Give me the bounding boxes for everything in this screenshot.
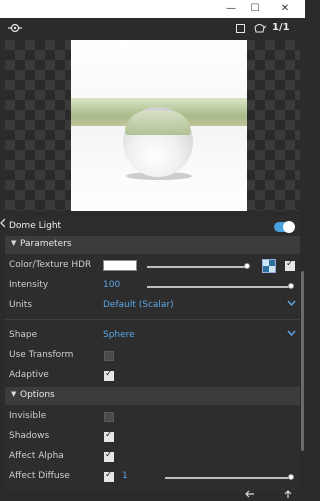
caret-down-icon: ▼ bbox=[11, 390, 17, 398]
options-section-header[interactable]: ▼ Options bbox=[5, 387, 300, 405]
pixel-ratio-label[interactable]: 1/1 bbox=[272, 21, 290, 35]
affect-alpha-label: Affect Alpha bbox=[9, 451, 64, 461]
chevron-down-icon[interactable] bbox=[287, 299, 296, 309]
window-titlebar: — ☐ ✕ bbox=[0, 0, 305, 18]
use-transform-label: Use Transform bbox=[9, 350, 74, 360]
units-label: Units bbox=[9, 300, 33, 310]
affect-diffuse-slider-knob[interactable] bbox=[288, 474, 294, 480]
affect-diffuse-value[interactable]: 1 bbox=[122, 471, 128, 481]
invisible-label: Invisible bbox=[9, 411, 47, 421]
dome-light-row: Dome Light bbox=[5, 218, 300, 236]
chevron-down-icon[interactable] bbox=[287, 329, 296, 339]
use-transform-checkbox[interactable] bbox=[104, 351, 114, 361]
close-button[interactable]: ✕ bbox=[275, 1, 295, 17]
parameters-section-header[interactable]: ▼ Parameters bbox=[5, 236, 300, 254]
shadows-row: Shadows bbox=[5, 428, 300, 446]
scrollbar-thumb[interactable] bbox=[301, 271, 304, 451]
affect-diffuse-checkbox[interactable] bbox=[104, 470, 114, 482]
color-swatch[interactable] bbox=[103, 260, 137, 271]
shadows-label: Shadows bbox=[9, 431, 50, 441]
caret-down-icon: ▼ bbox=[11, 239, 17, 247]
intensity-label: Intensity bbox=[9, 280, 49, 290]
texture-enabled-checkbox[interactable] bbox=[285, 259, 295, 271]
maximize-button[interactable]: ☐ bbox=[245, 1, 265, 17]
color-texture-label: Color/Texture HDR bbox=[9, 260, 92, 270]
arrow-up-icon[interactable] bbox=[284, 490, 292, 501]
arrow-left-icon[interactable] bbox=[245, 490, 255, 501]
divider bbox=[5, 319, 300, 320]
units-value[interactable]: Default (Scalar) bbox=[103, 300, 174, 310]
use-transform-row: Use Transform bbox=[5, 347, 300, 365]
shape-label: Shape bbox=[9, 330, 38, 340]
panel-scrollbar[interactable] bbox=[300, 216, 305, 494]
affect-alpha-row: Affect Alpha bbox=[5, 448, 300, 466]
intensity-slider-knob[interactable] bbox=[288, 283, 294, 289]
dome-light-properties-panel: Dome Light ▼ Parameters Color/Texture HD… bbox=[5, 216, 300, 494]
sphere-reflection bbox=[125, 111, 191, 135]
affect-diffuse-label: Affect Diffuse bbox=[9, 471, 70, 481]
shape-value[interactable]: Sphere bbox=[103, 330, 135, 340]
dome-light-label: Dome Light bbox=[9, 221, 62, 231]
invisible-checkbox[interactable] bbox=[104, 412, 114, 422]
intensity-row: Intensity 100 bbox=[5, 277, 300, 295]
intensity-slider[interactable] bbox=[147, 286, 291, 288]
render-settings-icon[interactable] bbox=[8, 22, 22, 38]
color-multiplier-knob[interactable] bbox=[244, 263, 250, 269]
invisible-row: Invisible bbox=[5, 408, 300, 426]
shape-row[interactable]: Shape Sphere bbox=[5, 327, 300, 345]
minimize-button[interactable]: — bbox=[221, 1, 241, 17]
teapot-icon[interactable] bbox=[253, 22, 267, 37]
texture-map-button[interactable] bbox=[262, 259, 276, 273]
intensity-value[interactable]: 100 bbox=[103, 280, 120, 290]
color-texture-row: Color/Texture HDR bbox=[5, 257, 300, 275]
dome-light-toggle[interactable] bbox=[274, 221, 295, 233]
viewport-toolbar: 1/1 bbox=[0, 18, 305, 40]
adaptive-checkbox[interactable] bbox=[104, 369, 114, 381]
affect-diffuse-row: Affect Diffuse 1 bbox=[5, 468, 300, 486]
affect-alpha-checkbox[interactable] bbox=[104, 450, 114, 462]
options-title: Options bbox=[20, 390, 55, 400]
render-preview-image bbox=[71, 40, 247, 211]
units-row[interactable]: Units Default (Scalar) bbox=[5, 297, 300, 315]
adaptive-label: Adaptive bbox=[9, 370, 49, 380]
parameters-title: Parameters bbox=[20, 239, 72, 249]
render-viewport[interactable] bbox=[5, 40, 300, 211]
shadows-checkbox[interactable] bbox=[104, 430, 114, 442]
panel-footer bbox=[0, 490, 305, 501]
adaptive-row: Adaptive bbox=[5, 367, 300, 385]
color-multiplier-slider[interactable] bbox=[147, 266, 249, 268]
affect-diffuse-slider[interactable] bbox=[165, 477, 291, 479]
region-icon[interactable] bbox=[236, 23, 245, 37]
